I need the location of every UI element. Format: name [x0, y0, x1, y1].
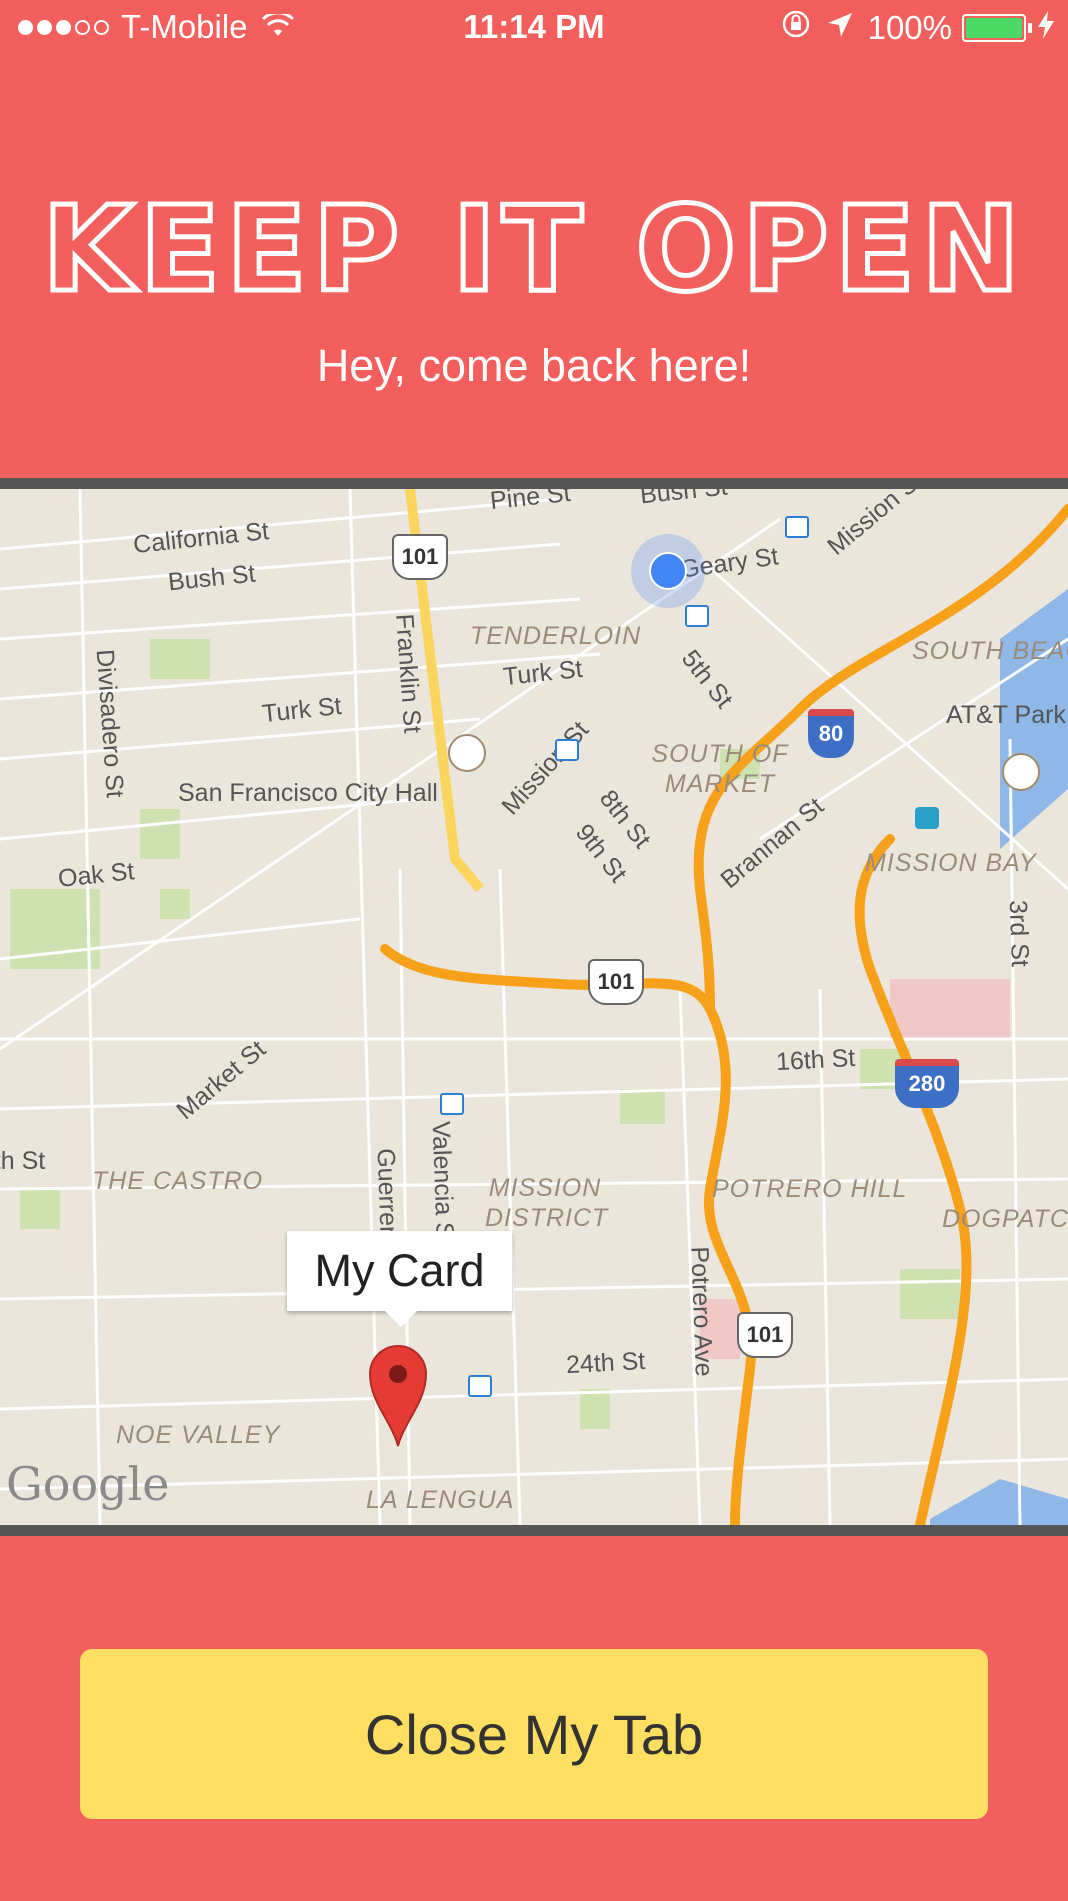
map-label: 18th St — [0, 1147, 46, 1175]
stadium-icon — [1002, 753, 1040, 791]
map-label: San Francisco City Hall — [178, 779, 438, 807]
battery-percent: 100% — [867, 9, 952, 46]
city-hall-icon — [448, 734, 486, 772]
map-label: DOGPATCH — [942, 1205, 1068, 1233]
battery-icon — [962, 14, 1026, 42]
transit-icon — [440, 1093, 464, 1115]
status-right: 100% — [780, 8, 1054, 48]
page-subtitle: Hey, come back here! — [316, 340, 752, 391]
map-label: AT&T Park — [946, 701, 1066, 729]
marker-label: My Card — [314, 1245, 485, 1296]
map-label: MISSION DISTRICT — [485, 1174, 609, 1232]
transit-icon — [685, 605, 709, 627]
map-label: Potrero Ave — [685, 1245, 718, 1378]
map-label: POTRERO HILL — [712, 1175, 908, 1203]
i-80-shield: 80 — [808, 709, 854, 758]
map-label: Valencia St — [426, 1120, 459, 1247]
map-view[interactable]: California St Bush St Pine St Bush St Ge… — [0, 478, 1068, 1536]
location-arrow-icon — [826, 9, 854, 47]
map-label: TENDERLOIN — [470, 622, 642, 650]
train-icon — [915, 807, 939, 829]
us-101-shield: 101 — [588, 959, 644, 1005]
google-logo: Google — [6, 1457, 170, 1511]
status-bar: T-Mobile 11:14 PM 100% — [0, 0, 1068, 60]
page-title: KEEP IT OPEN — [40, 178, 1026, 321]
map-label: 3rd St — [1003, 899, 1035, 968]
transit-icon — [785, 516, 809, 538]
transit-icon — [468, 1375, 492, 1397]
map-pin-icon[interactable] — [368, 1342, 428, 1453]
map-label: 24th St — [565, 1346, 646, 1380]
map-label: THE CASTRO — [92, 1167, 264, 1195]
i-280-shield: 280 — [895, 1059, 959, 1108]
charging-bolt-icon — [1038, 9, 1054, 47]
battery-tip — [1028, 23, 1032, 33]
transit-icon — [555, 739, 579, 761]
rotation-lock-icon — [780, 8, 812, 48]
us-101-shield: 101 — [392, 534, 448, 580]
close-my-tab-button[interactable]: Close My Tab — [80, 1649, 988, 1819]
marker-callout[interactable]: My Card — [287, 1231, 512, 1327]
us-101-shield: 101 — [737, 1312, 793, 1358]
map-label: 16th St — [775, 1043, 856, 1077]
current-location-dot — [649, 552, 687, 590]
map-label: SOUTH OF MARKET — [651, 740, 789, 798]
map-label: LA LENGUA — [366, 1486, 515, 1514]
map-label: NOE VALLEY — [116, 1421, 281, 1449]
map-label: SOUTH BEACH — [912, 637, 1068, 665]
map-label: MISSION BAY — [865, 849, 1037, 877]
current-location-marker — [631, 534, 705, 608]
